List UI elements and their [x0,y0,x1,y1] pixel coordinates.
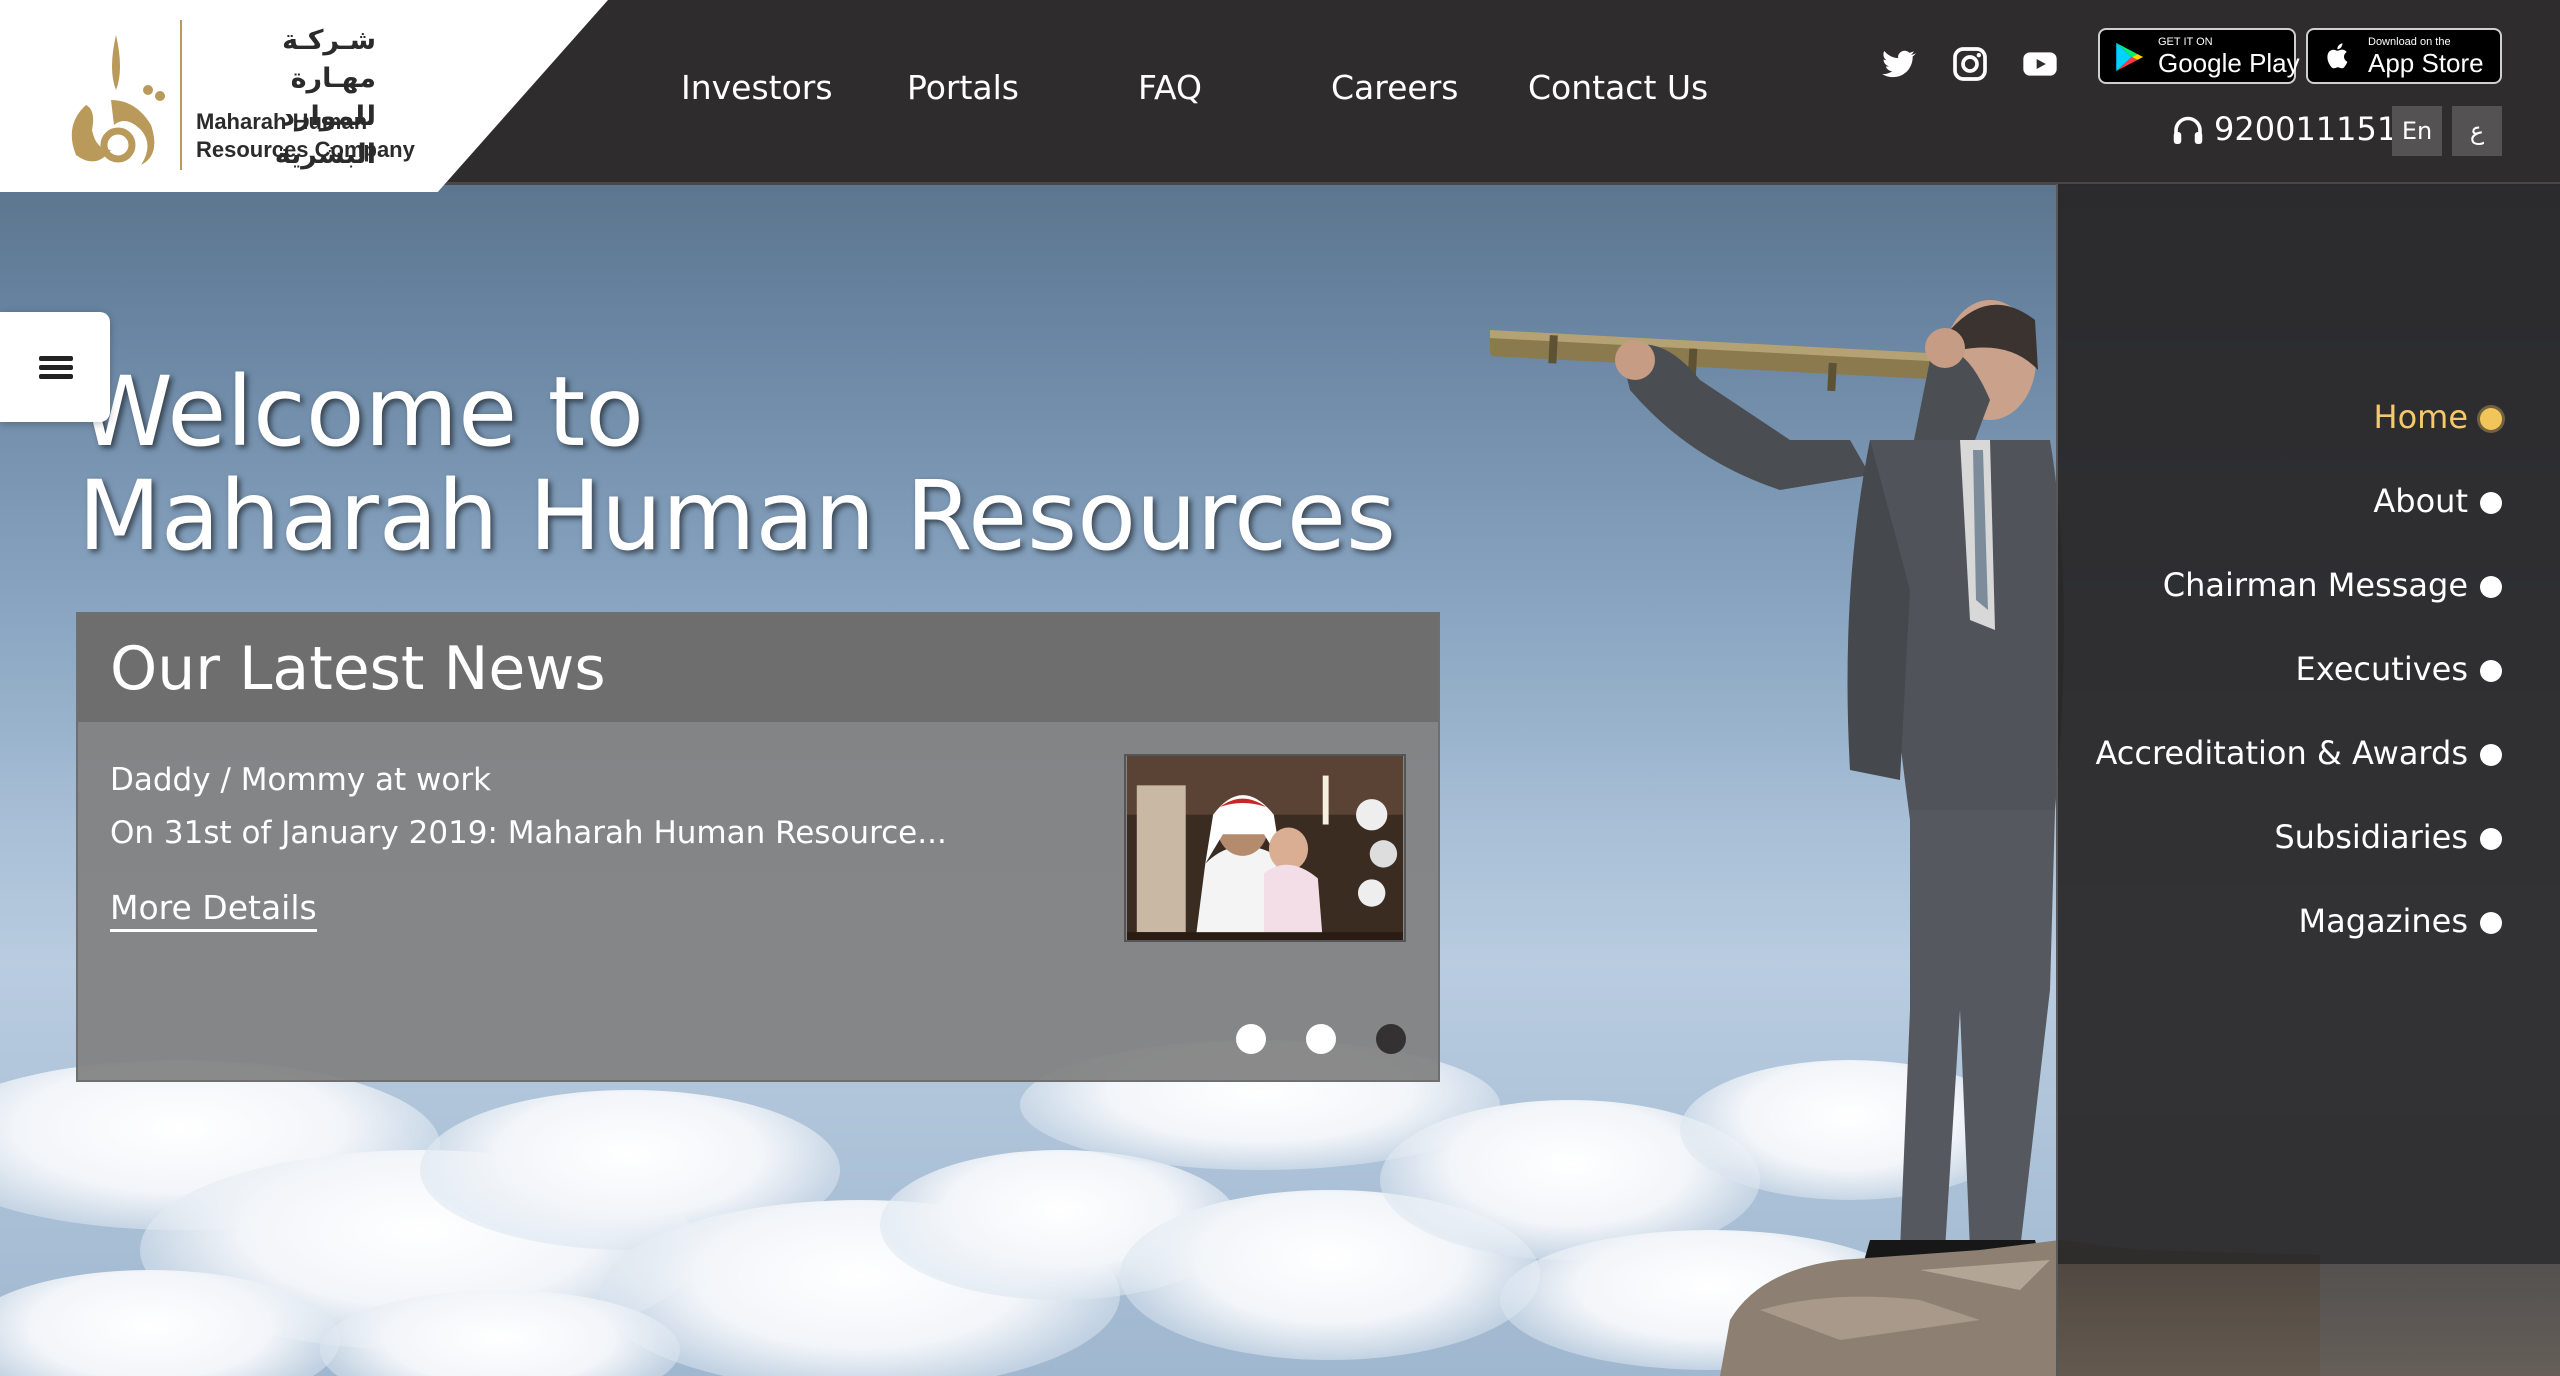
side-menu-dot-magazines[interactable] [2480,912,2502,934]
carousel-dot-1[interactable] [1236,1024,1266,1054]
side-menu-item-about[interactable]: About [2373,482,2468,520]
man-with-telescope-image [1490,300,2064,1275]
google-play-button[interactable]: GET IT ON Google Play [2098,28,2300,84]
hamburger-icon-bar [39,365,73,370]
side-menu-dot-executives[interactable] [2480,660,2502,682]
youtube-icon[interactable] [2020,44,2060,84]
phone-number[interactable]: 920011151 [2214,110,2397,148]
side-menu-dot-about[interactable] [2480,492,2502,514]
side-menu-dot-chairman-message[interactable] [2480,576,2502,598]
carousel-dot-2[interactable] [1306,1024,1336,1054]
side-menu-rock-overlay [2056,1264,2560,1376]
side-menu-item-subsidiaries[interactable]: Subsidiaries [2274,818,2468,856]
logo-english-line-1: Maharah Human [196,109,368,134]
hero-title-line-1: Welcome to [78,356,645,468]
nav-investors[interactable]: Investors [681,68,833,107]
page: Investors Portals FAQ Careers Contact Us [0,0,2560,1376]
hero-title-line-2: Maharah Human Resources [78,460,1396,572]
language-en-button[interactable]: En [2392,106,2442,156]
latest-news-title: Our Latest News [110,634,606,704]
app-store-label: App Store [2368,48,2484,78]
news-thumbnail-image[interactable] [1124,754,1406,942]
logo-arabic-line-1: شـركـة مهـارة [282,25,376,94]
news-item-description: On 31st of January 2019: Maharah Human R… [110,815,947,851]
logo-divider [180,20,182,170]
side-menu-item-chairman-message[interactable]: Chairman Message [2163,566,2468,604]
side-menu-dot-subsidiaries[interactable] [2480,828,2502,850]
google-play-small-text: GET IT ON [2158,36,2213,48]
app-store-small-text: Download on the [2368,36,2451,48]
logo-english-line-2: Resources Company [196,137,415,162]
hamburger-icon-bar [39,374,73,379]
side-menu-item-executives[interactable]: Executives [2296,650,2468,688]
latest-news-panel: Our Latest News Daddy / Mommy at work On… [76,612,1440,1082]
side-menu-dot-accreditation-awards[interactable] [2480,744,2502,766]
news-item-title[interactable]: Daddy / Mommy at work [110,762,491,798]
side-menu-item-accreditation-awards[interactable]: Accreditation & Awards [2095,734,2468,772]
instagram-icon[interactable] [1950,44,1990,84]
nav-portals[interactable]: Portals [907,68,1019,107]
hamburger-icon-bar [39,356,73,361]
apple-icon [2327,43,2348,69]
more-details-link[interactable]: More Details [110,888,317,932]
side-menu-item-magazines[interactable]: Magazines [2299,902,2468,940]
headset-icon [2173,116,2203,144]
side-menu-dot-home[interactable] [2480,408,2502,430]
side-section-menu [2056,184,2560,1264]
side-menu-item-home[interactable]: Home [2374,398,2469,436]
twitter-icon[interactable] [1878,44,1918,84]
app-store-button[interactable]: Download on the App Store [2306,28,2502,84]
nav-contact-us[interactable]: Contact Us [1528,68,1708,107]
hero-title: Welcome to Maharah Human Resources [78,360,1396,568]
google-play-icon [2116,42,2144,72]
hamburger-menu-button[interactable] [0,312,110,422]
language-ar-button[interactable]: ع [2452,106,2502,156]
maharah-logo-mark [71,35,165,165]
nav-faq[interactable]: FAQ [1138,68,1202,107]
nav-careers[interactable]: Careers [1331,68,1458,107]
latest-news-header: Our Latest News [78,614,1438,722]
logo-english-name: Maharah Human Resources Company [196,108,415,164]
google-play-label: Google Play [2158,48,2300,78]
carousel-dot-3-active[interactable] [1376,1024,1406,1054]
